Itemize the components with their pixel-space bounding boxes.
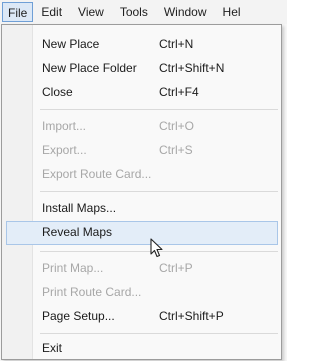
menu-item-import[interactable]: Import... Ctrl+O — [6, 115, 278, 139]
menu-item-label: Exit — [42, 341, 63, 355]
menu-item-shortcut: Ctrl+O — [159, 119, 195, 133]
menu-bar: File Edit View Tools Window Hel — [0, 0, 287, 24]
menubar-tools[interactable]: Tools — [112, 2, 156, 22]
menu-item-label: Export... — [42, 143, 87, 157]
menu-item-label: Page Setup... — [42, 309, 115, 323]
menu-item-label: Close — [42, 85, 73, 99]
menu-item-label: Reveal Maps — [42, 225, 113, 239]
menubar-help[interactable]: Hel — [215, 2, 249, 22]
menu-item-shortcut: Ctrl+F4 — [159, 85, 199, 99]
menu-item-label: Print Map... — [42, 261, 104, 275]
file-menu-dropdown: New Place Ctrl+N New Place Folder Ctrl+S… — [1, 24, 282, 360]
menu-item-label: Import... — [42, 119, 87, 133]
menu-item-print-map[interactable]: Print Map... Ctrl+P — [6, 257, 278, 281]
menu-item-exit[interactable]: Exit — [6, 337, 278, 361]
menu-separator — [40, 109, 278, 110]
menu-item-install-maps[interactable]: Install Maps... — [6, 197, 278, 221]
menu-item-export-route-card[interactable]: Export Route Card... — [6, 163, 278, 187]
menubar-window[interactable]: Window — [156, 2, 215, 22]
menu-item-shortcut: Ctrl+N — [159, 37, 194, 51]
menu-item-shortcut: Ctrl+Shift+P — [159, 309, 224, 323]
menu-item-label: New Place — [42, 37, 100, 51]
menu-item-reveal-maps[interactable]: Reveal Maps — [6, 221, 278, 245]
menu-item-label: Print Route Card... — [42, 285, 142, 299]
menu-item-close[interactable]: Close Ctrl+F4 — [6, 81, 278, 105]
menu-item-print-route-card[interactable]: Print Route Card... — [6, 281, 278, 305]
application-window: File Edit View Tools Window Hel New Plac… — [0, 0, 287, 361]
mouse-pointer-icon — [150, 238, 163, 258]
menu-separator — [40, 333, 278, 334]
menu-item-shortcut: Ctrl+Shift+N — [159, 61, 225, 75]
menu-separator — [40, 191, 278, 192]
menu-item-label: Install Maps... — [42, 201, 117, 215]
menu-item-page-setup[interactable]: Page Setup... Ctrl+Shift+P — [6, 305, 278, 329]
menubar-edit[interactable]: Edit — [33, 2, 70, 22]
menu-item-label: Export Route Card... — [42, 167, 152, 181]
menu-item-new-place-folder[interactable]: New Place Folder Ctrl+Shift+N — [6, 57, 278, 81]
menu-item-export[interactable]: Export... Ctrl+S — [6, 139, 278, 163]
menubar-view[interactable]: View — [70, 2, 112, 22]
menu-item-shortcut: Ctrl+P — [159, 261, 193, 275]
menu-item-new-place[interactable]: New Place Ctrl+N — [6, 33, 278, 57]
menu-item-label: New Place Folder — [42, 61, 137, 75]
menubar-file[interactable]: File — [2, 2, 34, 22]
menu-item-shortcut: Ctrl+S — [159, 143, 193, 157]
